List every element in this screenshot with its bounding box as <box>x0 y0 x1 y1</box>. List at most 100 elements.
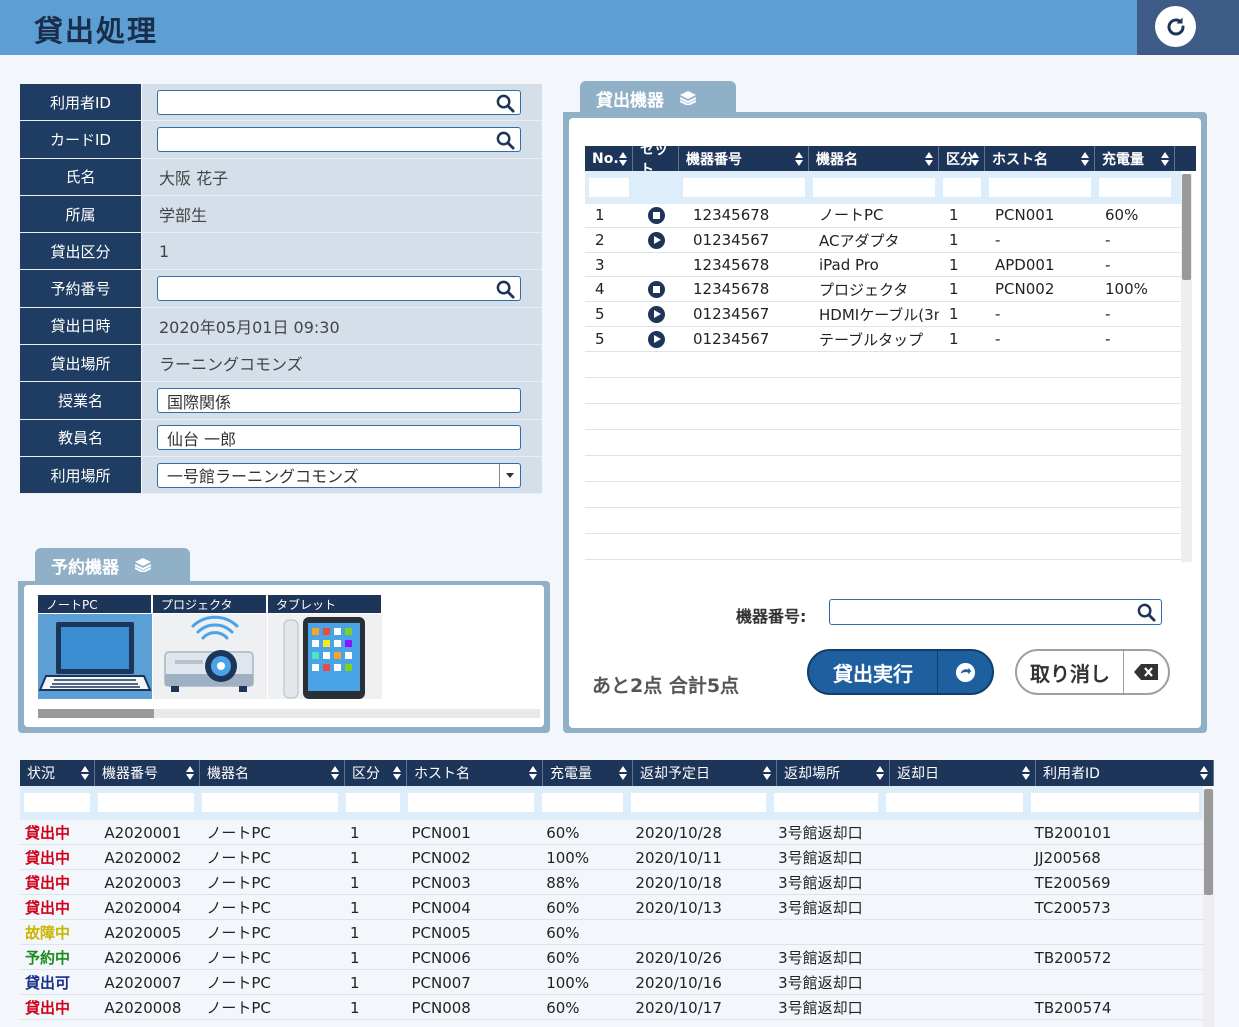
select-dropdown[interactable]: 一号館ラーニングコモンズ <box>157 462 521 488</box>
column-header[interactable]: セット <box>633 142 679 178</box>
sort-icon[interactable] <box>925 151 933 167</box>
column-header[interactable]: 状況 <box>20 760 95 786</box>
table-row[interactable]: 1 12345678 ノートPC 1 PCN001 60% <box>585 202 1181 228</box>
table-row[interactable]: 貸出中 A2020001 ノートPC 1 PCN001 60% 2020/10/28 3号館返… <box>20 820 1203 845</box>
sort-icon[interactable] <box>529 765 537 781</box>
column-header[interactable]: 機器番号 <box>95 760 200 786</box>
form-row: 授業名 国際関係 <box>20 382 542 420</box>
table-row[interactable]: 貸出可 A2020007 ノートPC 1 PCN007 100% 2020/10/16 3号館… <box>20 970 1203 995</box>
search-icon[interactable] <box>496 94 515 113</box>
table-row[interactable]: 貸出中 A2020004 ノートPC 1 PCN004 60% 2020/10/13 3号館返… <box>20 895 1203 920</box>
table-row[interactable]: 貸出中 A2020003 ノートPC 1 PCN003 88% 2020/10/18 3号館返… <box>20 870 1203 895</box>
table-row[interactable]: 4 12345678 プロジェクタ 1 PCN002 100% <box>585 277 1181 302</box>
refresh-button[interactable] <box>1155 6 1196 47</box>
play-icon[interactable] <box>648 331 665 348</box>
tablet-icon[interactable] <box>268 614 382 699</box>
table-row[interactable]: 故障中 A2020005 ノートPC 1 PCN005 60% <box>20 920 1203 945</box>
device-number-input[interactable] <box>829 599 1162 625</box>
stop-icon[interactable] <box>648 206 665 224</box>
column-header[interactable]: 機器名 <box>200 760 345 786</box>
search-icon[interactable] <box>496 280 515 299</box>
column-filter-input[interactable] <box>1098 177 1172 198</box>
cell-host: - <box>995 231 1001 249</box>
column-header[interactable]: 充電量 <box>1095 146 1175 171</box>
sort-icon[interactable] <box>795 151 803 167</box>
stop-icon[interactable] <box>648 281 665 298</box>
column-filter-input[interactable] <box>630 792 768 813</box>
play-icon[interactable] <box>648 306 665 323</box>
table-row[interactable]: 2 01234567 ACアダプタ 1 - - <box>585 228 1181 253</box>
sort-icon[interactable] <box>971 151 979 167</box>
column-filter-input[interactable] <box>812 177 936 198</box>
column-filter-input[interactable] <box>406 792 536 813</box>
search-icon[interactable] <box>496 131 515 150</box>
sort-icon[interactable] <box>393 765 401 781</box>
tab-loan-devices[interactable]: 貸出機器 <box>580 81 736 115</box>
column-header[interactable]: 返却日 <box>890 760 1036 786</box>
column-filter-input[interactable] <box>885 792 1024 813</box>
scrollbar-thumb[interactable] <box>1204 789 1213 895</box>
vertical-scrollbar[interactable] <box>1203 789 1214 1027</box>
cancel-button[interactable]: 取り消し <box>1015 649 1170 695</box>
column-filter-input[interactable] <box>541 792 625 813</box>
column-filter-input[interactable] <box>773 792 880 813</box>
table-row[interactable]: 貸出中 A2020008 ノートPC 1 PCN008 60% 2020/10/17 3号館返… <box>20 995 1203 1020</box>
column-filter-input[interactable] <box>201 792 340 813</box>
tab-reserved-devices[interactable]: 予約機器 <box>35 548 190 582</box>
sort-icon[interactable] <box>619 151 627 167</box>
search-icon[interactable] <box>1137 603 1156 622</box>
table-row[interactable]: 3 12345678 iPad Pro 1 APD001 - <box>585 253 1181 277</box>
table-row[interactable]: 5 01234567 HDMIケーブル(3m) 1 - - <box>585 302 1181 327</box>
sort-icon[interactable] <box>331 765 339 781</box>
column-filter-input[interactable] <box>97 792 196 813</box>
column-filter-input[interactable] <box>588 177 630 198</box>
column-filter-input[interactable] <box>682 177 806 198</box>
column-filter-input[interactable] <box>345 792 401 813</box>
chevron-down-icon[interactable] <box>499 463 520 487</box>
laptop-icon[interactable] <box>38 614 152 699</box>
search-input[interactable] <box>157 276 521 302</box>
column-header[interactable]: 機器名 <box>809 146 939 171</box>
search-input[interactable] <box>157 89 521 115</box>
search-input[interactable] <box>157 126 521 152</box>
text-input[interactable]: 仙台 一郎 <box>157 425 521 451</box>
scrollbar-thumb[interactable] <box>38 709 154 718</box>
play-icon[interactable] <box>648 232 665 249</box>
table-row[interactable]: 5 01234567 テーブルタップ 1 - - <box>585 327 1181 352</box>
horizontal-scrollbar[interactable] <box>38 709 540 718</box>
column-filter-input[interactable] <box>23 792 92 813</box>
column-header[interactable]: No. <box>585 146 633 171</box>
column-header[interactable]: 区分 <box>939 146 985 171</box>
field-value-cell: ラーニングコモンズ <box>142 345 542 383</box>
field-label: カードID <box>20 121 141 159</box>
execute-loan-button[interactable]: 貸出実行 <box>807 649 994 695</box>
column-header[interactable]: 区分 <box>345 760 407 786</box>
projector-icon[interactable] <box>153 614 267 699</box>
cell-number: 01234567 <box>693 330 770 348</box>
sort-icon[interactable] <box>1161 151 1169 167</box>
table-row[interactable]: 貸出中 A2020002 ノートPC 1 PCN002 100% 2020/10/11 3号館… <box>20 845 1203 870</box>
column-filter-input[interactable] <box>942 177 982 198</box>
column-header[interactable]: 充電量 <box>543 760 633 786</box>
column-header[interactable]: 返却場所 <box>777 760 890 786</box>
text-input[interactable]: 国際関係 <box>157 388 521 414</box>
column-header[interactable]: ホスト名 <box>985 146 1095 171</box>
table-row[interactable]: 予約中 A2020006 ノートPC 1 PCN006 60% 2020/10/26 3号館返… <box>20 945 1203 970</box>
column-header[interactable]: 返却予定日 <box>633 760 777 786</box>
sort-icon[interactable] <box>1200 765 1208 781</box>
cell-name: ノートPC <box>206 974 271 992</box>
column-header[interactable]: 機器番号 <box>679 146 809 171</box>
sort-icon[interactable] <box>1081 151 1089 167</box>
vertical-scrollbar[interactable] <box>1181 174 1192 562</box>
sort-icon[interactable] <box>1022 765 1030 781</box>
sort-icon[interactable] <box>186 765 194 781</box>
sort-icon[interactable] <box>763 765 771 781</box>
sort-icon[interactable] <box>876 765 884 781</box>
sort-icon[interactable] <box>619 765 627 781</box>
column-filter-input[interactable] <box>988 177 1092 198</box>
column-filter-input[interactable] <box>1029 792 1201 813</box>
column-header[interactable]: ホスト名 <box>407 760 543 786</box>
column-header[interactable]: 利用者ID <box>1036 760 1214 786</box>
sort-icon[interactable] <box>81 765 89 781</box>
scrollbar-thumb[interactable] <box>1182 174 1191 280</box>
